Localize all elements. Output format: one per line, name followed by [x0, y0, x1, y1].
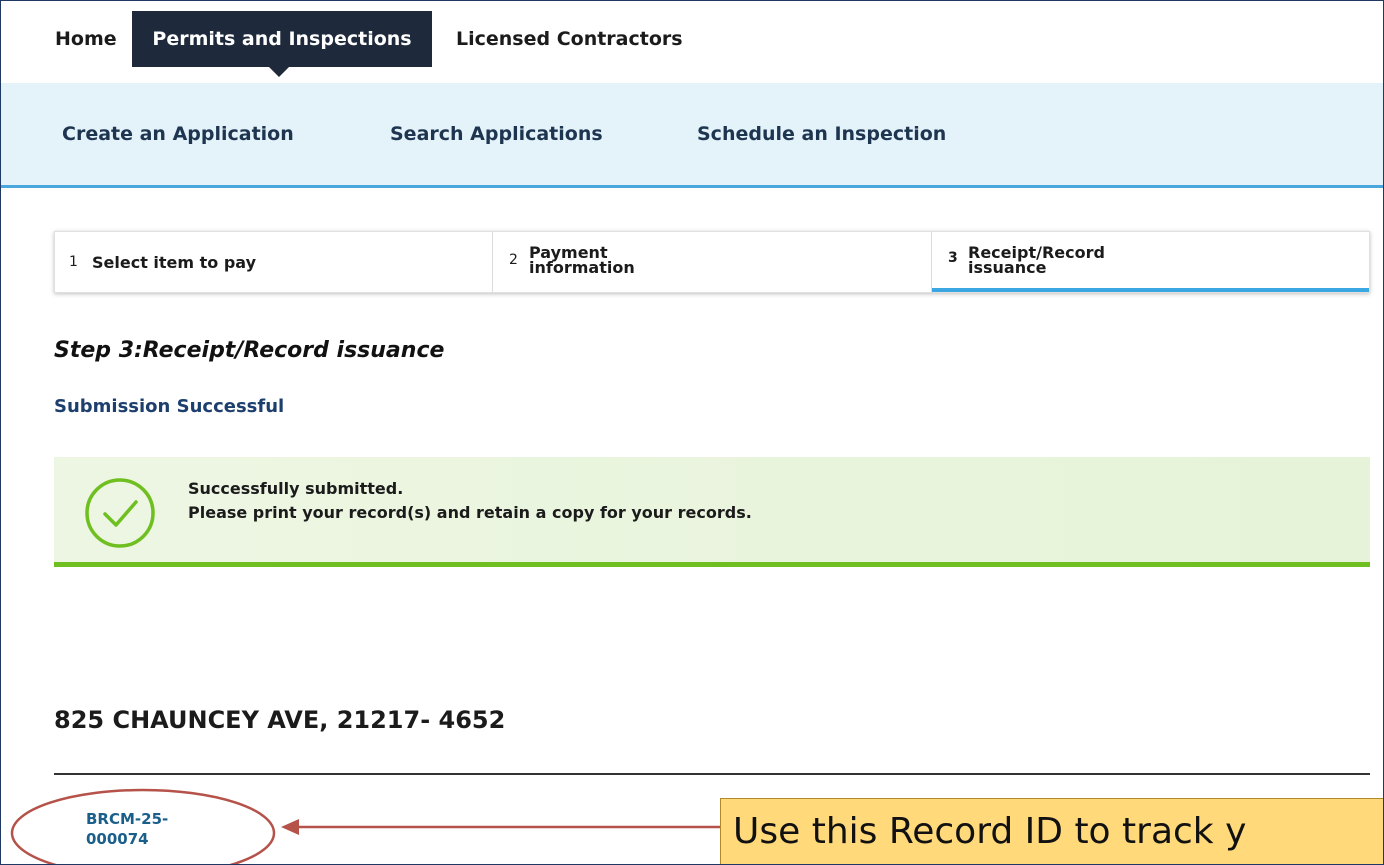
alert-message-body: Please print your record(s) and retain a… — [188, 503, 752, 522]
nav-tab-permits-inspections[interactable]: Permits and Inspections — [132, 11, 432, 77]
step-1-select-item[interactable]: 1 Select item to pay — [55, 232, 493, 292]
nav-tab-licensed-contractors[interactable]: Licensed Contractors — [442, 11, 697, 67]
step-3-receipt-record-issuance[interactable]: 3 Receipt/Record issuance — [932, 232, 1369, 292]
record-id-line2: 000074 — [86, 830, 149, 848]
section-divider — [54, 773, 1370, 775]
subnav-search-applications[interactable]: Search Applications — [390, 83, 603, 185]
step-number: 2 — [509, 252, 518, 268]
alert-message-title: Successfully submitted. — [188, 479, 404, 498]
page-frame: Home Permits and Inspections Licensed Co… — [0, 0, 1384, 865]
nav-tab-home[interactable]: Home — [41, 11, 131, 67]
step-indicator: 1 Select item to pay 2 Payment informati… — [54, 231, 1370, 293]
subnav-create-application[interactable]: Create an Application — [62, 83, 294, 185]
submission-status-label: Submission Successful — [54, 396, 285, 417]
annotation-callout: Use this Record ID to track y — [720, 798, 1383, 864]
record-address: 825 CHAUNCEY AVE, 21217- 4652 — [54, 706, 506, 734]
page-heading: Step 3:Receipt/Record issuance — [54, 338, 445, 363]
success-alert: Successfully submitted. Please print you… — [54, 457, 1370, 567]
step-2-payment-information[interactable]: 2 Payment information — [493, 232, 932, 292]
step-number: 1 — [69, 254, 78, 270]
record-id-line1: BRCM-25- — [86, 810, 169, 828]
top-nav: Home Permits and Inspections Licensed Co… — [1, 1, 1383, 83]
subnav-schedule-inspection[interactable]: Schedule an Inspection — [697, 83, 946, 185]
sub-nav: Create an Application Search Application… — [1, 83, 1383, 188]
step-label-line2: issuance — [968, 258, 1047, 277]
arrow-left-icon — [281, 819, 723, 835]
step-label: Select item to pay — [92, 253, 257, 272]
step-number: 3 — [948, 250, 958, 266]
step-label-line2: information — [529, 258, 635, 277]
check-circle-icon — [85, 478, 155, 548]
record-id-link[interactable]: BRCM-25- 000074 — [86, 809, 196, 849]
